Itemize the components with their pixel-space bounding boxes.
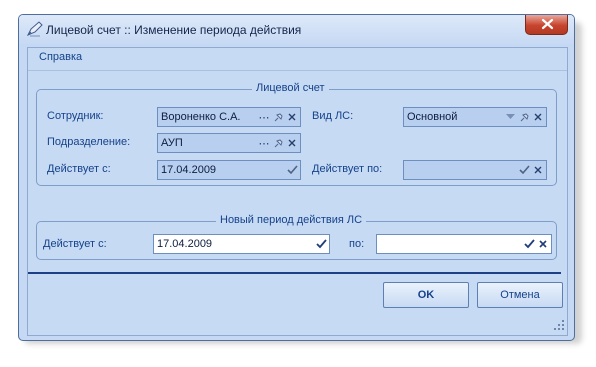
- valid-from-label: Действует с:: [47, 163, 111, 175]
- pin-icon[interactable]: [517, 109, 531, 125]
- department-value: АУП: [161, 137, 183, 149]
- account-type-field[interactable]: Основной: [403, 107, 547, 127]
- new-period-from-label: Действует с:: [43, 238, 107, 250]
- employee-field[interactable]: Вороненко С.А. ⋯: [157, 107, 301, 127]
- pin-icon[interactable]: [271, 109, 285, 125]
- new-period-from-value: 17.04.2009: [157, 238, 213, 250]
- clear-x-icon[interactable]: [531, 109, 545, 125]
- clear-x-icon[interactable]: [285, 109, 299, 125]
- valid-from-field[interactable]: 17.04.2009: [157, 160, 301, 180]
- close-icon: [541, 18, 554, 30]
- clear-x-icon[interactable]: [536, 236, 550, 252]
- footer-divider: [28, 272, 561, 274]
- check-icon[interactable]: [285, 162, 299, 178]
- new-period-from-field[interactable]: 17.04.2009: [153, 234, 330, 254]
- employee-value: Вороненко С.А.: [161, 111, 241, 123]
- pin-icon[interactable]: [271, 135, 285, 151]
- menu-separator: [28, 70, 567, 71]
- check-icon[interactable]: [314, 236, 328, 252]
- employee-label: Сотрудник:: [47, 110, 104, 122]
- clear-x-icon[interactable]: [531, 162, 545, 178]
- valid-to-label: Действует по:: [312, 163, 383, 175]
- valid-from-value: 17.04.2009: [161, 164, 217, 176]
- account-type-value: Основной: [407, 111, 458, 123]
- new-period-to-label: по:: [349, 238, 365, 250]
- menu-help[interactable]: Справка: [39, 51, 82, 63]
- dropdown-arrow-icon[interactable]: [503, 109, 517, 125]
- resize-grip-icon[interactable]: [552, 318, 566, 332]
- cancel-button[interactable]: Отмена: [477, 282, 563, 308]
- check-icon[interactable]: [522, 236, 536, 252]
- clear-x-icon[interactable]: [285, 135, 299, 151]
- ellipsis-icon[interactable]: ⋯: [257, 135, 271, 151]
- new-period-to-field[interactable]: [376, 234, 552, 254]
- department-label: Подразделение:: [47, 136, 131, 148]
- ellipsis-icon[interactable]: ⋯: [257, 109, 271, 125]
- account-type-label: Вид ЛС:: [312, 110, 354, 122]
- account-group-legend: Лицевой счет: [252, 82, 329, 94]
- ok-button[interactable]: OK: [383, 282, 469, 308]
- department-field[interactable]: АУП ⋯: [157, 133, 301, 153]
- new-period-group-legend: Новый период действия ЛС: [216, 214, 367, 226]
- window-title: Лицевой счет :: Изменение периода действ…: [46, 23, 302, 37]
- close-button[interactable]: [525, 15, 568, 35]
- valid-to-field[interactable]: [403, 160, 547, 180]
- pen-icon: [26, 21, 43, 37]
- check-icon[interactable]: [517, 162, 531, 178]
